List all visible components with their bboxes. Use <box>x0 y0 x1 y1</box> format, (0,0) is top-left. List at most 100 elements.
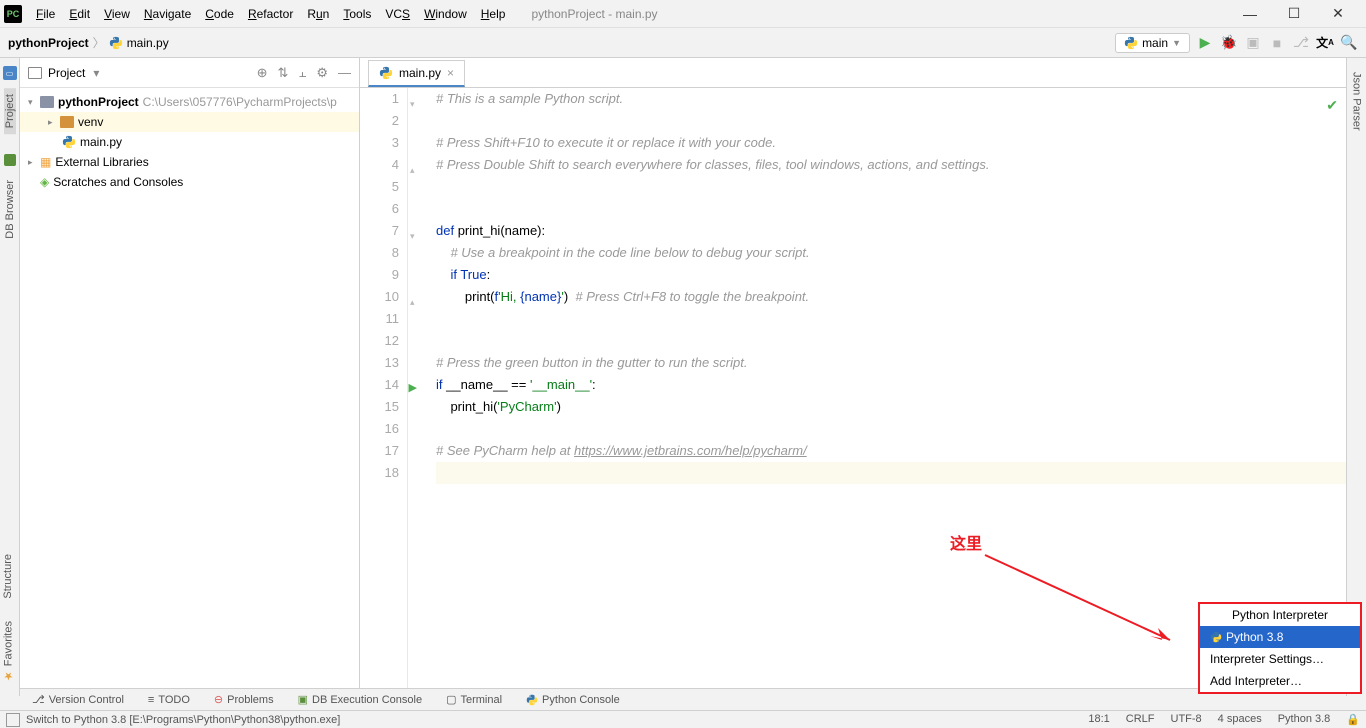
favorites-label[interactable]: ★Favorites <box>0 615 17 688</box>
window-title: pythonProject - main.py <box>531 7 657 21</box>
menu-vcs[interactable]: VCS <box>379 5 416 23</box>
project-panel-header: Project ▾ ⊕ ⇅ ⫠ ⚙ — <box>20 58 359 88</box>
expand-all-icon[interactable]: ⇅ <box>278 65 289 81</box>
menu-bar: File Edit View Navigate Code Refactor Ru… <box>30 5 511 23</box>
status-interpreter[interactable]: Python 3.8 <box>1278 713 1331 726</box>
run-coverage-button[interactable]: ▣ <box>1244 34 1262 52</box>
project-tree: ▾ pythonProject C:\Users\057776\PycharmP… <box>20 88 359 196</box>
tab-mainpy[interactable]: main.py × <box>368 60 465 87</box>
debug-button[interactable]: 🐞 <box>1220 34 1238 52</box>
breadcrumb-file[interactable]: main.py <box>127 36 169 50</box>
popup-settings[interactable]: Interpreter Settings… <box>1200 648 1360 670</box>
status-tool-icon[interactable] <box>6 713 20 727</box>
select-opened-icon[interactable]: ⊕ <box>257 65 268 81</box>
tree-root-name: pythonProject <box>58 95 139 109</box>
run-button[interactable]: ▶ <box>1196 34 1214 52</box>
status-position[interactable]: 18:1 <box>1088 713 1109 726</box>
interpreter-popup: Python Interpreter Python 3.8 Interprete… <box>1198 602 1362 694</box>
menu-edit[interactable]: Edit <box>63 5 96 23</box>
run-config-label: main <box>1142 36 1168 50</box>
folder-icon <box>40 96 54 108</box>
breadcrumb-separator: 〉 <box>93 34 105 51</box>
status-bar: Switch to Python 3.8 [E:\Programs\Python… <box>0 710 1366 728</box>
project-stripe-icon[interactable]: ▭ <box>3 66 17 80</box>
problems-tab[interactable]: ⊖Problems <box>214 693 274 706</box>
vcs-icon: ⎇ <box>32 693 45 706</box>
expand-arrow-icon[interactable]: ▸ <box>48 117 60 128</box>
menu-run[interactable]: Run <box>301 5 335 23</box>
breadcrumb-project[interactable]: pythonProject <box>8 36 89 50</box>
version-control-tab[interactable]: ⎇Version Control <box>32 693 124 706</box>
close-tab-icon[interactable]: × <box>447 66 454 80</box>
menu-tools[interactable]: Tools <box>337 5 377 23</box>
inspection-ok-icon[interactable]: ✔ <box>1326 94 1338 116</box>
maximize-button[interactable]: ☐ <box>1282 4 1306 24</box>
tree-mainpy[interactable]: main.py <box>20 132 359 152</box>
terminal-icon: ▢ <box>446 693 456 706</box>
popup-add[interactable]: Add Interpreter… <box>1200 670 1360 692</box>
expand-arrow-icon[interactable]: ▸ <box>28 157 40 168</box>
stop-button[interactable]: ■ <box>1268 34 1286 52</box>
status-indent[interactable]: 4 spaces <box>1218 713 1262 726</box>
structure-label[interactable]: Structure <box>0 548 16 605</box>
title-bar: PC File Edit View Navigate Code Refactor… <box>0 0 1366 28</box>
library-icon: ▦ <box>40 155 51 169</box>
tree-ext-libs-label: External Libraries <box>55 155 148 169</box>
popup-python38[interactable]: Python 3.8 <box>1200 626 1360 648</box>
tab-label: main.py <box>399 66 441 80</box>
python-console-tab[interactable]: Python Console <box>526 694 620 706</box>
editor-area: main.py × ✔ 1234 5678 9101112 1314▶ 1516… <box>360 58 1346 696</box>
todo-tab[interactable]: ≡TODO <box>148 694 190 706</box>
collapse-all-icon[interactable]: ⫠ <box>298 65 306 81</box>
menu-refactor[interactable]: Refactor <box>242 5 299 23</box>
bottom-tool-tabs: ⎇Version Control ≡TODO ⊖Problems ▣DB Exe… <box>20 688 1346 710</box>
run-config-selector[interactable]: main ▼ <box>1115 33 1190 53</box>
settings-icon[interactable]: ⚙ <box>316 65 328 81</box>
line-number-gutter: 1234 5678 9101112 1314▶ 15161718 <box>360 88 408 696</box>
status-encoding[interactable]: UTF-8 <box>1171 713 1202 726</box>
todo-icon: ≡ <box>148 694 154 706</box>
json-parser-label[interactable]: Json Parser <box>1351 66 1363 137</box>
tree-mainpy-label: main.py <box>80 135 122 149</box>
db-browser-icon[interactable] <box>4 154 16 166</box>
python-file-icon <box>62 135 76 149</box>
menu-help[interactable]: Help <box>475 5 512 23</box>
menu-window[interactable]: Window <box>418 5 473 23</box>
right-tool-stripe: Json Parser <box>1346 58 1366 696</box>
project-panel-title[interactable]: Project <box>48 66 85 80</box>
lock-icon[interactable]: 🔒 <box>1346 713 1360 726</box>
git-button[interactable]: ⎇ <box>1292 34 1310 52</box>
fold-gutter: ▾ ▴ ▾ ▴ <box>408 88 430 696</box>
menu-file[interactable]: File <box>30 5 61 23</box>
db-browser-label[interactable]: DB Browser <box>4 174 16 245</box>
popup-header: Python Interpreter <box>1200 604 1360 626</box>
status-right: 18:1 CRLF UTF-8 4 spaces Python 3.8 🔒 <box>1088 713 1360 726</box>
hide-panel-icon[interactable]: — <box>338 65 351 81</box>
tree-root-path: C:\Users\057776\PycharmProjects\p <box>143 95 337 109</box>
menu-navigate[interactable]: Navigate <box>138 5 197 23</box>
db-exec-tab[interactable]: ▣DB Execution Console <box>298 693 422 706</box>
menu-code[interactable]: Code <box>199 5 240 23</box>
close-button[interactable]: ✕ <box>1326 4 1350 24</box>
tree-ext-libs[interactable]: ▸ ▦ External Libraries <box>20 152 359 172</box>
problems-icon: ⊖ <box>214 693 223 706</box>
db-icon: ▣ <box>298 693 308 706</box>
project-panel-actions: ⊕ ⇅ ⫠ ⚙ — <box>257 65 351 81</box>
project-stripe-label[interactable]: Project <box>4 88 16 134</box>
venv-folder-icon <box>60 116 74 128</box>
terminal-tab[interactable]: ▢Terminal <box>446 693 502 706</box>
tree-root[interactable]: ▾ pythonProject C:\Users\057776\PycharmP… <box>20 92 359 112</box>
search-icon[interactable]: 🔍 <box>1340 34 1358 52</box>
translate-icon[interactable]: 文A <box>1316 34 1334 52</box>
status-line-sep[interactable]: CRLF <box>1126 713 1155 726</box>
window-controls: — ☐ ✕ <box>1238 4 1362 24</box>
tree-scratches[interactable]: ▸ ◈ Scratches and Consoles <box>20 172 359 192</box>
expand-arrow-icon[interactable]: ▾ <box>28 97 40 108</box>
chevron-down-icon: ▼ <box>1172 38 1181 48</box>
menu-view[interactable]: View <box>98 5 136 23</box>
status-message: Switch to Python 3.8 [E:\Programs\Python… <box>26 714 340 726</box>
tree-venv[interactable]: ▸ venv <box>20 112 359 132</box>
tree-venv-label: venv <box>78 115 103 129</box>
project-view-dropdown-icon[interactable]: ▾ <box>93 66 99 80</box>
minimize-button[interactable]: — <box>1238 4 1262 24</box>
